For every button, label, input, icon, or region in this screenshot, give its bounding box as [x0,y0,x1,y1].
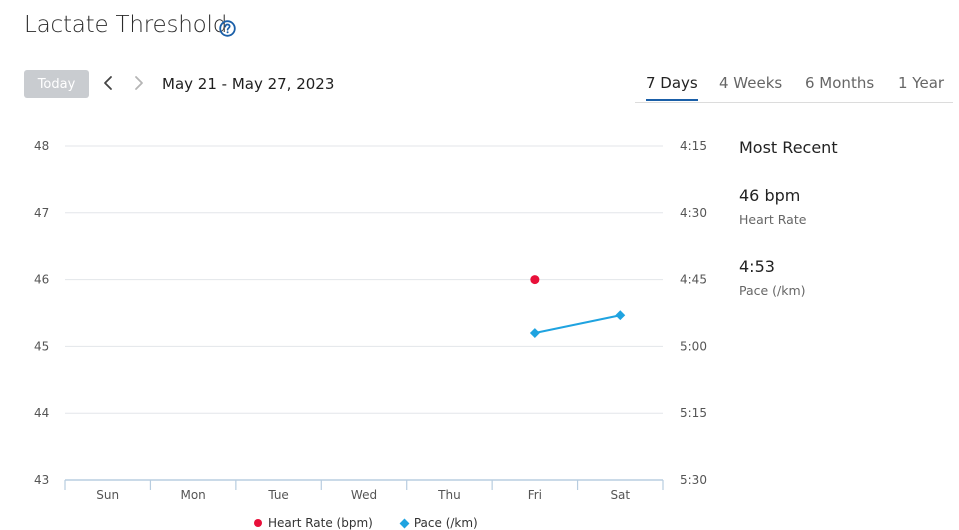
pace-label: Pace (/km) [739,283,806,298]
heart-rate-label: Heart Rate [739,212,807,227]
heart-rate-data-point [530,275,540,285]
y-left-tick-label: 43 [34,473,49,487]
pace-series-line [534,314,621,335]
pace-value: 4:53 [739,257,775,276]
y-right-tick-label: 5:00 [680,339,707,353]
y-left-tick-label: 48 [34,139,49,153]
x-tick-label: Thu [437,488,461,502]
x-tick-label: Tue [267,488,289,502]
x-tick-label: Fri [528,488,542,502]
x-tick-label: Sat [610,488,630,502]
y-left-tick-label: 44 [34,406,49,420]
tab-1-year[interactable]: 1 Year [898,74,944,99]
previous-range-button[interactable] [101,74,115,92]
y-right-tick-label: 5:15 [680,406,707,420]
page-title: Lactate Threshold [24,12,228,38]
y-left-tick-label: 47 [34,206,49,220]
lactate-threshold-chart: 43 44 45 46 47 48 4:15 4:30 4:45 5:00 5:15 5:30 Sun M… [34,139,707,502]
x-tick-label: Mon [180,488,205,502]
y-right-tick-label: 4:30 [680,206,707,220]
chevron-left-icon [104,76,112,90]
tab-4-weeks[interactable]: 4 Weeks [719,74,782,99]
x-tick-label: Wed [351,488,377,502]
y-right-tick-label: 4:15 [680,139,707,153]
y-left-tick-label: 46 [34,273,49,287]
y-left-tick-label: 45 [34,339,49,353]
tab-6-months[interactable]: 6 Months [805,74,874,99]
period-tabs: 7 Days 4 Weeks 6 Months 1 Year [635,70,953,103]
today-button[interactable]: Today [24,70,89,98]
x-tick-label: Sun [96,488,119,502]
y-right-tick-label: 5:30 [680,473,707,487]
heart-rate-legend-marker [254,519,262,527]
tab-7-days[interactable]: 7 Days [646,74,698,101]
date-range-label: May 21 - May 27, 2023 [162,75,335,93]
pace-legend-marker [399,518,410,528]
pace-data-point [615,310,626,321]
chevron-right-icon [135,76,143,90]
pace-data-point [529,328,540,338]
most-recent-title: Most Recent [739,138,838,157]
heart-rate-value: 46 bpm [739,186,801,205]
y-right-tick-label: 4:45 [680,273,707,287]
next-range-button[interactable] [132,74,146,92]
question-circle-icon[interactable] [219,20,236,37]
